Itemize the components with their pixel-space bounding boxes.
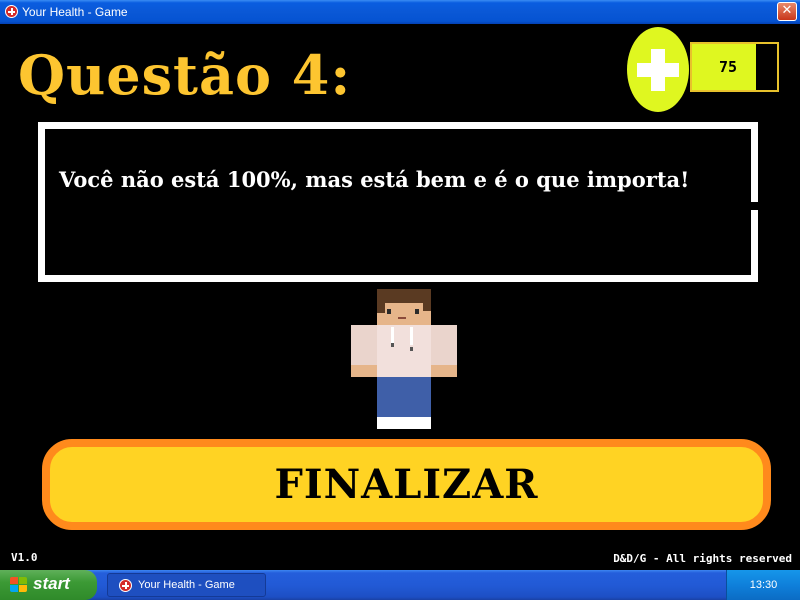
window-title-bar[interactable]: Your Health - Game ✕ [0, 0, 800, 24]
character-hair [377, 289, 431, 303]
start-label: start [33, 574, 70, 593]
character-left-hand [351, 365, 377, 377]
hoodie-string-right [410, 327, 413, 345]
windows-logo-yellow [19, 585, 27, 592]
player-character [351, 289, 457, 429]
clock[interactable]: 13:30 [727, 578, 800, 592]
health-plus-button[interactable] [627, 27, 689, 112]
message-box-notch [751, 202, 758, 210]
red-cross-icon [119, 579, 132, 592]
character-right-eye [415, 309, 419, 314]
red-cross-icon [5, 5, 18, 18]
version-label: V1.0 [11, 551, 38, 564]
character-shoes [377, 417, 431, 429]
taskbar-item-label: Your Health - Game [138, 579, 235, 591]
windows-logo-icon [10, 577, 28, 593]
character-hoodie [377, 325, 431, 377]
message-box: Você não está 100%, mas está bem e é o q… [38, 122, 758, 282]
start-button[interactable]: start [0, 570, 97, 600]
finish-button[interactable]: FINALIZAR [42, 439, 771, 530]
character-legs [377, 377, 431, 417]
close-icon: ✕ [781, 3, 793, 18]
windows-logo-red [10, 577, 18, 584]
character-hair-side-right [423, 303, 431, 311]
character-mouth [398, 317, 406, 319]
taskbar: start Your Health - Game 13:30 [0, 570, 800, 600]
close-button[interactable]: ✕ [777, 2, 797, 21]
windows-logo-blue [10, 585, 18, 592]
hoodie-string-tip-left [391, 343, 394, 347]
hoodie-string-tip-right [410, 347, 413, 351]
health-meter-empty [755, 44, 777, 90]
character-right-hand [431, 365, 457, 377]
windows-logo-green [19, 577, 27, 584]
copyright-label: D&D/G - All rights reserved [613, 552, 792, 565]
character-hair-side-left [377, 303, 385, 313]
message-text: Você não está 100%, mas está bem e é o q… [59, 167, 690, 192]
taskbar-item-your-health[interactable]: Your Health - Game [107, 573, 266, 597]
health-value: 75 [719, 58, 738, 76]
question-title: Questão 4: [18, 43, 352, 107]
plus-icon-bar [637, 63, 679, 77]
character-left-eye [387, 309, 391, 314]
system-tray: 13:30 [726, 570, 800, 600]
window-title: Your Health - Game [22, 5, 128, 19]
finish-button-label: FINALIZAR [274, 461, 539, 508]
health-meter: 75 [690, 42, 779, 92]
